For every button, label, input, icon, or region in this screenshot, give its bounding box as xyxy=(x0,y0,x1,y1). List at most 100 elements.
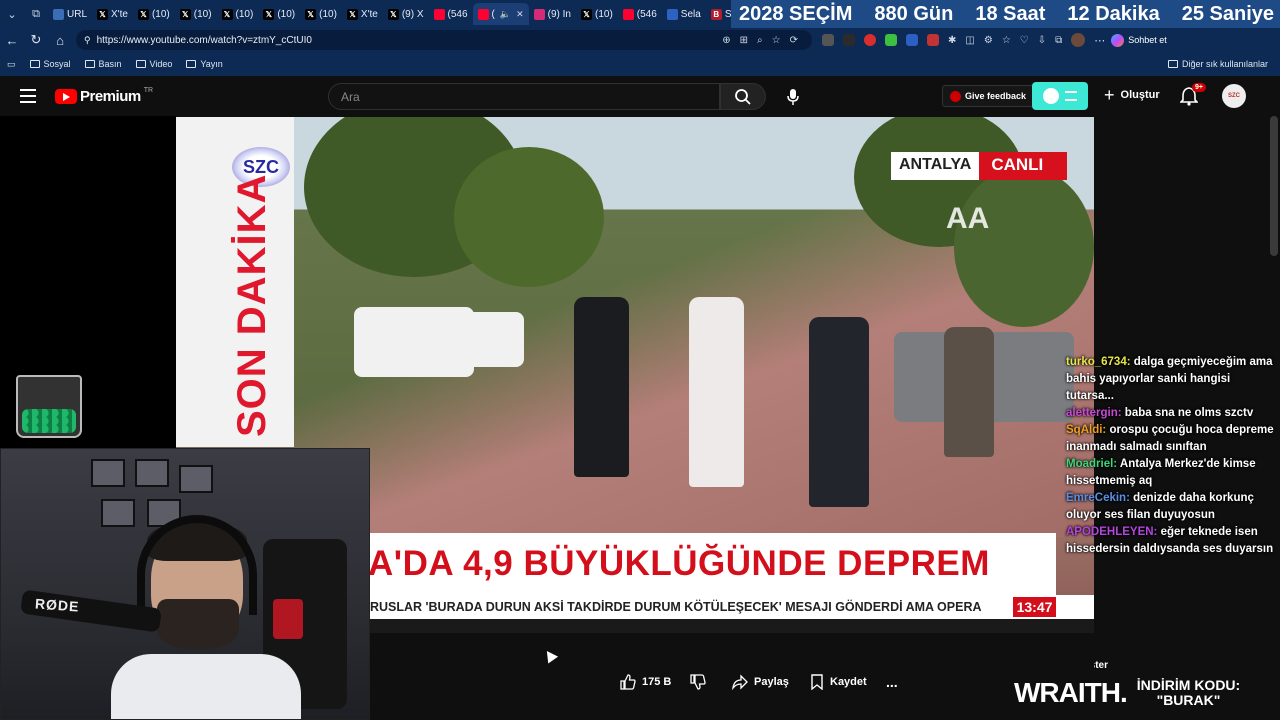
search-button[interactable] xyxy=(720,83,766,110)
x-icon: 𝕏 xyxy=(346,8,358,20)
tab-label: (10) xyxy=(594,8,613,20)
profile-avatar[interactable] xyxy=(1071,33,1086,47)
browser-tab[interactable]: 𝕏 (10) xyxy=(175,3,217,25)
extension-icon[interactable] xyxy=(906,34,918,46)
voice-search-button[interactable] xyxy=(780,84,806,110)
tab-label: URL xyxy=(67,8,88,20)
favorite-star-icon[interactable]: ☆ xyxy=(772,35,781,46)
other-bookmarks[interactable]: Diğer sık kullanılanlar xyxy=(1167,59,1280,69)
more-actions-button[interactable]: ... xyxy=(886,674,898,690)
extension-icon[interactable] xyxy=(927,34,939,46)
home-icon[interactable]: ⌂ xyxy=(48,28,72,52)
extension-toggle-button[interactable] xyxy=(1032,82,1088,110)
live-label: CANLI xyxy=(979,152,1068,180)
site-info-icon[interactable]: ⚲ xyxy=(84,35,91,46)
share-arrow-icon xyxy=(732,674,748,690)
notifications-button[interactable]: 9+ xyxy=(1179,83,1206,108)
reload-icon[interactable]: ↻ xyxy=(24,28,48,52)
news-agency-logo: AA xyxy=(946,202,990,235)
extension-icon[interactable] xyxy=(885,34,897,46)
bookmarks-bar: ▭ Sosyal Basın Video Yayın Diğer sık kul… xyxy=(0,52,1280,76)
streamer-webcam: RØDE xyxy=(0,448,370,720)
like-button[interactable]: 175 B xyxy=(620,674,671,690)
create-button[interactable]: + Oluştur xyxy=(1104,86,1160,104)
tab-label: X'te xyxy=(360,8,378,20)
more-menu-icon[interactable]: ⋯ xyxy=(1094,34,1105,47)
refresh-page-icon[interactable]: ⟳ xyxy=(790,35,798,46)
browser-tab[interactable]: 𝕏 X'te xyxy=(92,3,133,25)
menu-icon[interactable] xyxy=(20,89,36,103)
breaking-news-text: SON DAKİKA xyxy=(230,173,274,437)
bookmark-folder-stream[interactable]: Yayın xyxy=(179,59,229,69)
browser-tab[interactable]: (🔈 ✕ xyxy=(472,3,529,25)
puzzle-icon[interactable]: ✱ xyxy=(948,35,956,46)
sponsor-banner: WRAITH. İNDİRİM KODU: "BURAK" xyxy=(1014,676,1240,710)
tab-close-icon[interactable]: ✕ xyxy=(516,9,524,20)
bookmarks-menu-icon[interactable]: ▭ xyxy=(0,59,23,70)
x-icon: 𝕏 xyxy=(221,8,233,20)
chat-text: baba sna ne olms szctv xyxy=(1124,407,1254,419)
tab-strip: URL 𝕏 X'te 𝕏 (10) 𝕏 (10) 𝕏 (10) 𝕏 (10) 𝕏 (10) 𝕏 X'te 𝕏(… xyxy=(48,3,794,25)
tab-audio-icon[interactable]: 🔈 xyxy=(500,9,511,20)
election-countdown: 2028 SEÇİM 880 Gün 18 Saat 12 Dakika 25 … xyxy=(730,0,1280,28)
url-field[interactable]: ⚲ https://www.youtube.com/watch?v=ztmY_c… xyxy=(76,30,812,50)
countdown-days: 880 Gün xyxy=(874,2,954,25)
collections-icon[interactable]: ⧉ xyxy=(1055,35,1062,46)
browser-tab[interactable]: 𝕏 (9) X xyxy=(383,3,429,25)
search-input[interactable] xyxy=(329,84,719,109)
bead-jar-overlay xyxy=(16,375,82,438)
extension-icon[interactable] xyxy=(822,34,834,46)
favorites-icon[interactable]: ☆ xyxy=(1002,35,1011,46)
bookmark-folder-video[interactable]: Video xyxy=(129,59,180,69)
sponsor-logo: WRAITH. xyxy=(1014,677,1128,708)
url-icon xyxy=(53,8,64,20)
extension-icon[interactable] xyxy=(843,34,855,46)
workspaces-icon[interactable]: ⧉ xyxy=(24,0,48,28)
tab-label: (10) xyxy=(151,8,170,20)
account-avatar[interactable]: SZC xyxy=(1222,84,1246,108)
video-bottom-strip xyxy=(370,619,1094,633)
countdown-hours: 18 Saat xyxy=(975,2,1046,25)
chat-username: alettergin: xyxy=(1066,407,1122,419)
browser-tab[interactable]: 𝕏 (10) xyxy=(576,3,618,25)
downloads-icon[interactable]: ⇩ xyxy=(1038,35,1046,46)
copilot-chat-label: Sohbet et xyxy=(1128,35,1167,45)
browser-tab[interactable]: (546 xyxy=(429,3,473,25)
more-dots-icon: ... xyxy=(886,674,898,690)
youtube-icon xyxy=(477,8,489,20)
chat-message: turko_6734: dalga geçmiyeceğim ama bahis… xyxy=(1066,354,1278,405)
browser-tab[interactable]: 𝕏 (10) xyxy=(133,3,175,25)
tab-label: (10) xyxy=(319,8,337,20)
browser-tab[interactable]: 𝕏 (10) xyxy=(217,3,259,25)
youtube-icon xyxy=(433,8,445,20)
browser-tab[interactable]: URL xyxy=(48,3,92,25)
street-scene xyxy=(294,117,1094,537)
give-feedback-button[interactable]: Give feedback xyxy=(942,85,1035,107)
browser-tab[interactable]: 𝕏 (10) xyxy=(300,3,342,25)
translate-icon[interactable]: ⊕ xyxy=(722,35,730,46)
apps-icon[interactable]: ⊞ xyxy=(740,35,748,46)
copilot-chat-button[interactable]: Sohbet et xyxy=(1111,33,1173,47)
bookmark-folder-social[interactable]: Sosyal xyxy=(23,59,78,69)
dislike-button[interactable] xyxy=(690,674,706,690)
browser-tab[interactable]: (9) In xyxy=(529,3,576,25)
extension-icon[interactable] xyxy=(864,34,876,46)
tab-label: X'te xyxy=(111,8,128,20)
page-scrollbar[interactable] xyxy=(1270,116,1278,256)
browser-tab[interactable]: 𝕏 X'te xyxy=(342,3,383,25)
youtube-premium-logo[interactable]: Premium TR xyxy=(55,87,153,105)
back-arrow-icon[interactable]: ← xyxy=(0,28,24,52)
zoom-icon[interactable]: ⌕ xyxy=(757,35,763,46)
bookmark-folder-press[interactable]: Basın xyxy=(78,59,129,69)
split-screen-icon[interactable]: ◫ xyxy=(965,35,974,46)
feedback-icon xyxy=(950,90,961,102)
share-button[interactable]: Paylaş xyxy=(732,674,789,690)
browser-tab[interactable]: (546 xyxy=(618,3,662,25)
performance-icon[interactable]: ♡ xyxy=(1020,35,1029,46)
settings-gear-icon[interactable]: ⚙ xyxy=(984,35,993,46)
tab-actions-chevron-icon[interactable]: ⌄ xyxy=(0,0,24,28)
tr-news-icon xyxy=(666,8,678,20)
browser-tab[interactable]: Sela xyxy=(662,3,706,25)
browser-tab[interactable]: 𝕏 (10) xyxy=(258,3,300,25)
save-button[interactable]: Kaydet xyxy=(810,674,867,690)
